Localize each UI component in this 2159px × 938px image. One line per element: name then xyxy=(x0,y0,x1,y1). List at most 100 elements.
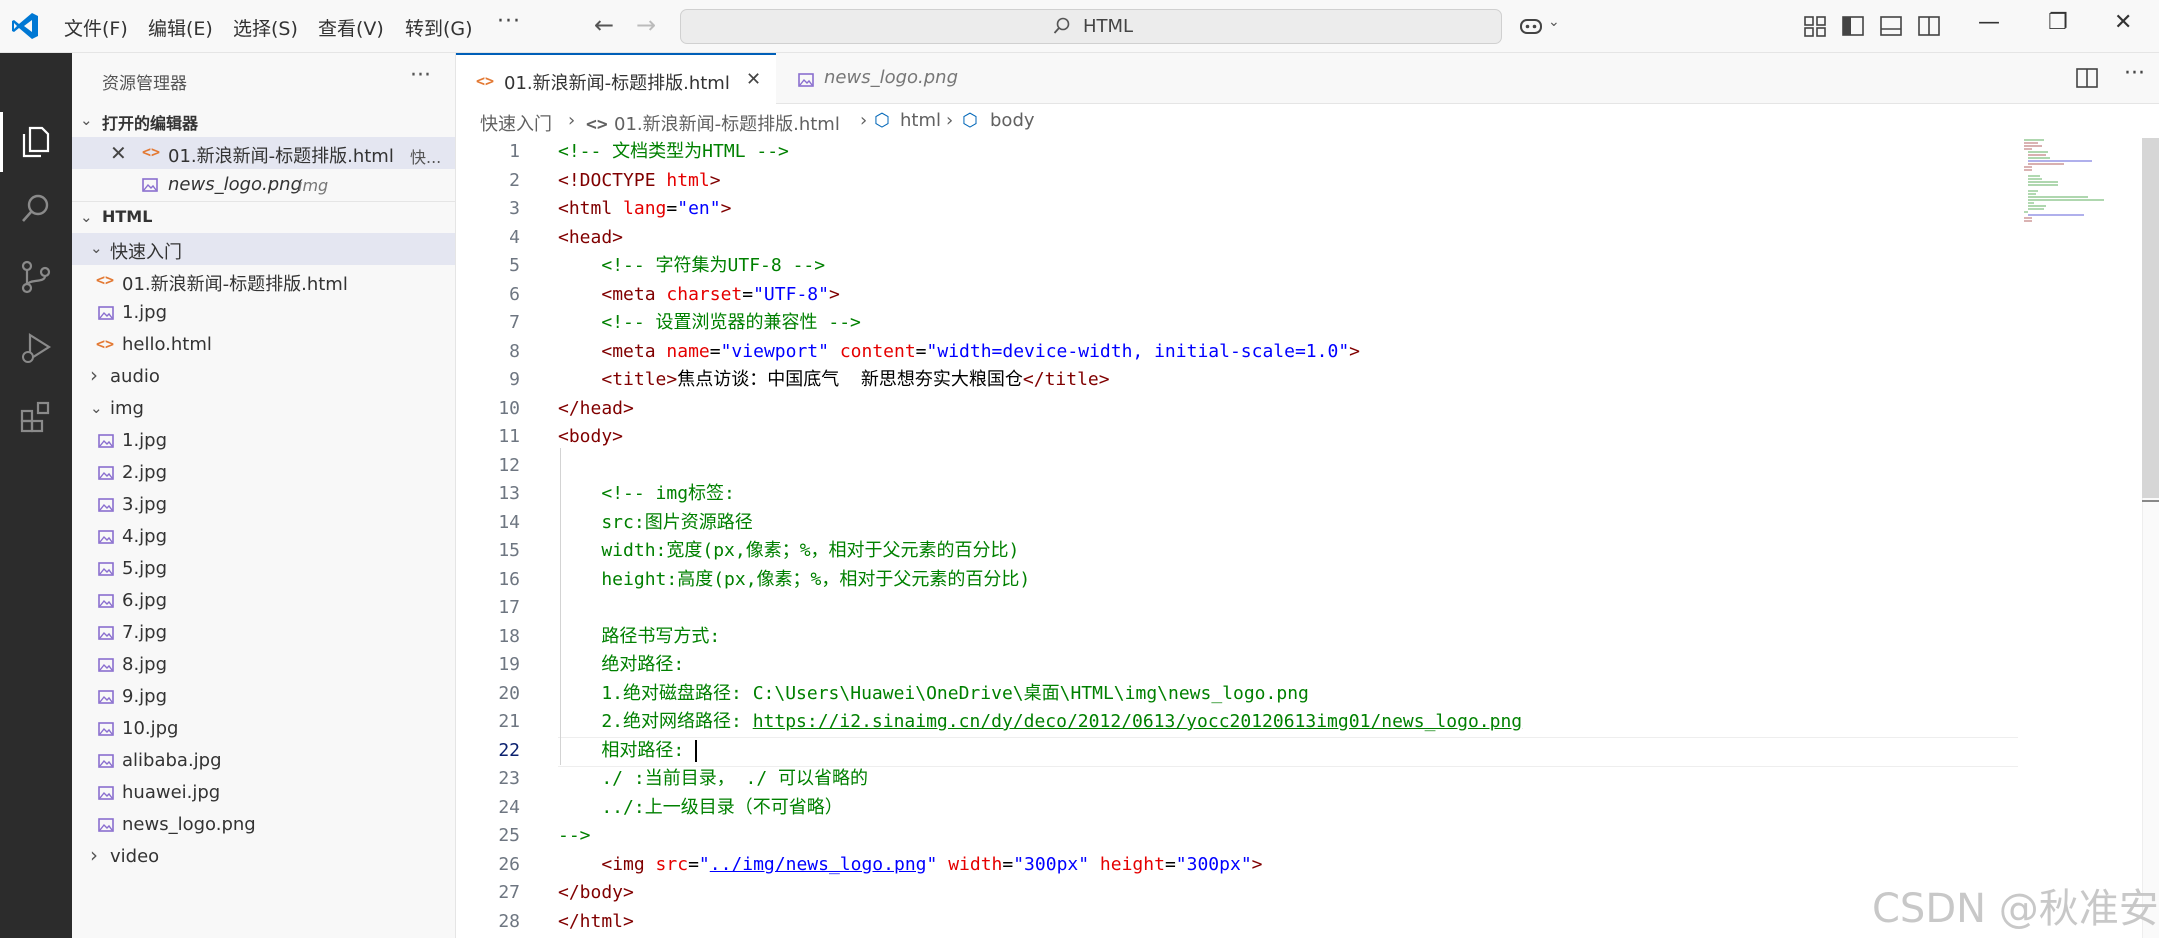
line-number-gutter: 1 2 3 4 5 6 7 8 9 10 11 12 13 14 15 16 17 18 19 20 21 22 23 24 2… xyxy=(456,138,546,938)
customize-layout-icon[interactable] xyxy=(1802,13,1828,39)
editor-more-button[interactable]: ··· xyxy=(2124,61,2145,86)
code-editor[interactable]: <!-- 文档类型为HTML --> <!DOCTYPE html> <html l… xyxy=(558,138,2018,938)
tree-file[interactable]: 5.jpg xyxy=(72,553,455,585)
tree-file[interactable]: 1.jpg xyxy=(72,425,455,457)
code-token: <!-- 字符集为UTF-8 --> xyxy=(601,255,826,276)
explorer-more-button[interactable]: ··· xyxy=(410,63,431,88)
tree-file[interactable]: <> 01.新浪新闻-标题排版.html xyxy=(72,265,455,297)
breadcrumb-html[interactable]: html xyxy=(900,110,941,131)
tab-close-icon[interactable]: ✕ xyxy=(746,69,761,90)
extensions-icon[interactable] xyxy=(18,399,54,435)
open-editor-item[interactable]: ✕ <> 01.新浪新闻-标题排版.html 快... xyxy=(72,137,455,169)
tree-folder-audio[interactable]: › audio xyxy=(72,361,455,393)
breadcrumb-body[interactable]: body xyxy=(990,110,1035,131)
tree-item-label: 5.jpg xyxy=(122,558,168,579)
explorer-icon[interactable] xyxy=(18,123,54,159)
tree-file[interactable]: huawei.jpg xyxy=(72,777,455,809)
code-token: <body> xyxy=(558,426,624,447)
image-file-icon xyxy=(98,785,114,801)
run-debug-icon[interactable] xyxy=(18,329,54,365)
command-center-search[interactable]: HTML xyxy=(680,9,1502,44)
tree-folder-快速入门[interactable]: ⌄ 快速入门 xyxy=(72,233,455,265)
minimize-button[interactable]: — xyxy=(1978,10,2000,35)
image-file-icon xyxy=(98,625,114,641)
code-token: " xyxy=(698,853,710,875)
code-token: = xyxy=(915,340,927,362)
tree-file[interactable]: news_logo.png xyxy=(72,809,455,841)
code-token: "en" xyxy=(677,198,721,219)
image-file-icon xyxy=(98,593,114,609)
breadcrumb-file[interactable]: 01.新浪新闻-标题排版.html xyxy=(614,110,840,136)
line-number: 6 xyxy=(509,283,520,305)
code-token: charset xyxy=(666,283,743,305)
tree-file[interactable]: 4.jpg xyxy=(72,521,455,553)
line-number: 24 xyxy=(498,796,520,818)
tree-file[interactable]: 7.jpg xyxy=(72,617,455,649)
tree-file[interactable]: alibaba.jpg xyxy=(72,745,455,777)
menu-edit[interactable]: 编辑(E) xyxy=(148,14,213,41)
code-token: 2.绝对网络路径: xyxy=(558,711,753,732)
toggle-secondary-sidebar-icon[interactable] xyxy=(1916,13,1942,39)
open-editor-desc: 快... xyxy=(410,148,442,167)
code-token: width xyxy=(948,853,1003,875)
tree-file[interactable]: <> hello.html xyxy=(72,329,455,361)
toggle-primary-sidebar-icon[interactable] xyxy=(1840,13,1866,39)
menu-selection[interactable]: 选择(S) xyxy=(233,14,298,41)
copilot-icon[interactable] xyxy=(1518,13,1544,39)
image-file-icon xyxy=(98,689,114,705)
line-number: 7 xyxy=(509,312,520,333)
tab-image-file[interactable]: news_logo.png xyxy=(776,53,986,103)
forward-arrow-icon[interactable]: → xyxy=(636,11,656,39)
search-icon xyxy=(1053,17,1070,34)
symbol-icon: ⬡ xyxy=(874,110,890,131)
tree-file[interactable]: 6.jpg xyxy=(72,585,455,617)
tree-folder-video[interactable]: › video xyxy=(72,841,455,873)
restore-button[interactable]: ❐ xyxy=(2048,10,2068,35)
open-editor-item[interactable]: news_logo.png img xyxy=(72,169,455,201)
tree-file[interactable]: 3.jpg xyxy=(72,489,455,521)
chevron-right-icon: › xyxy=(90,843,98,867)
open-editors-header[interactable]: ⌄ 打开的编辑器 xyxy=(72,105,455,137)
menu-view[interactable]: 查看(V) xyxy=(318,14,384,41)
menu-file[interactable]: 文件(F) xyxy=(64,14,128,41)
line-number: 5 xyxy=(509,255,520,276)
vscode-logo-icon xyxy=(12,13,38,39)
tree-item-label: 8.jpg xyxy=(122,654,168,675)
search-view-icon[interactable] xyxy=(18,191,54,227)
menu-more-button[interactable]: ··· xyxy=(497,9,521,34)
close-icon[interactable]: ✕ xyxy=(110,141,127,165)
scrollbar-thumb[interactable] xyxy=(2142,138,2159,498)
menu-go[interactable]: 转到(G) xyxy=(405,14,473,41)
split-editor-icon[interactable] xyxy=(2074,65,2100,91)
code-line: --> xyxy=(558,822,591,850)
code-token: 绝对路径: xyxy=(558,654,685,675)
tree-file[interactable]: 9.jpg xyxy=(72,681,455,713)
code-token: </html> xyxy=(558,910,634,932)
tree-file[interactable]: 8.jpg xyxy=(72,649,455,681)
line-number: 14 xyxy=(498,511,520,533)
toggle-panel-icon[interactable] xyxy=(1878,13,1904,39)
minimap[interactable] xyxy=(2020,138,2140,238)
source-control-icon[interactable] xyxy=(18,259,54,295)
code-line: 路径书写方式: xyxy=(558,623,720,651)
tree-item-label: 3.jpg xyxy=(122,494,168,515)
code-token: <img xyxy=(601,853,656,875)
tree-file[interactable]: 10.jpg xyxy=(72,713,455,745)
back-arrow-icon[interactable]: ← xyxy=(594,11,614,39)
tree-folder-img[interactable]: ⌄ img xyxy=(72,393,455,425)
tree-file[interactable]: 2.jpg xyxy=(72,457,455,489)
breadcrumb-folder[interactable]: 快速入门 xyxy=(480,110,552,136)
tree-file[interactable]: 1.jpg xyxy=(72,297,455,329)
copilot-chevron-icon[interactable]: ⌄ xyxy=(1548,14,1560,30)
code-line: <title>焦点访谈：中国底气 新思想夯实大粮国仓</title> xyxy=(558,366,1109,394)
line-number: 23 xyxy=(498,768,520,789)
tree-item-label: hello.html xyxy=(122,334,212,355)
line-number: 26 xyxy=(498,853,520,875)
watermark: CSDN @秋准安 xyxy=(1872,886,2159,932)
folder-header[interactable]: ⌄ HTML xyxy=(72,201,455,234)
tab-html-file[interactable]: <> 01.新浪新闻-标题排版.html ✕ xyxy=(456,53,776,105)
close-window-button[interactable]: ✕ xyxy=(2114,10,2132,35)
